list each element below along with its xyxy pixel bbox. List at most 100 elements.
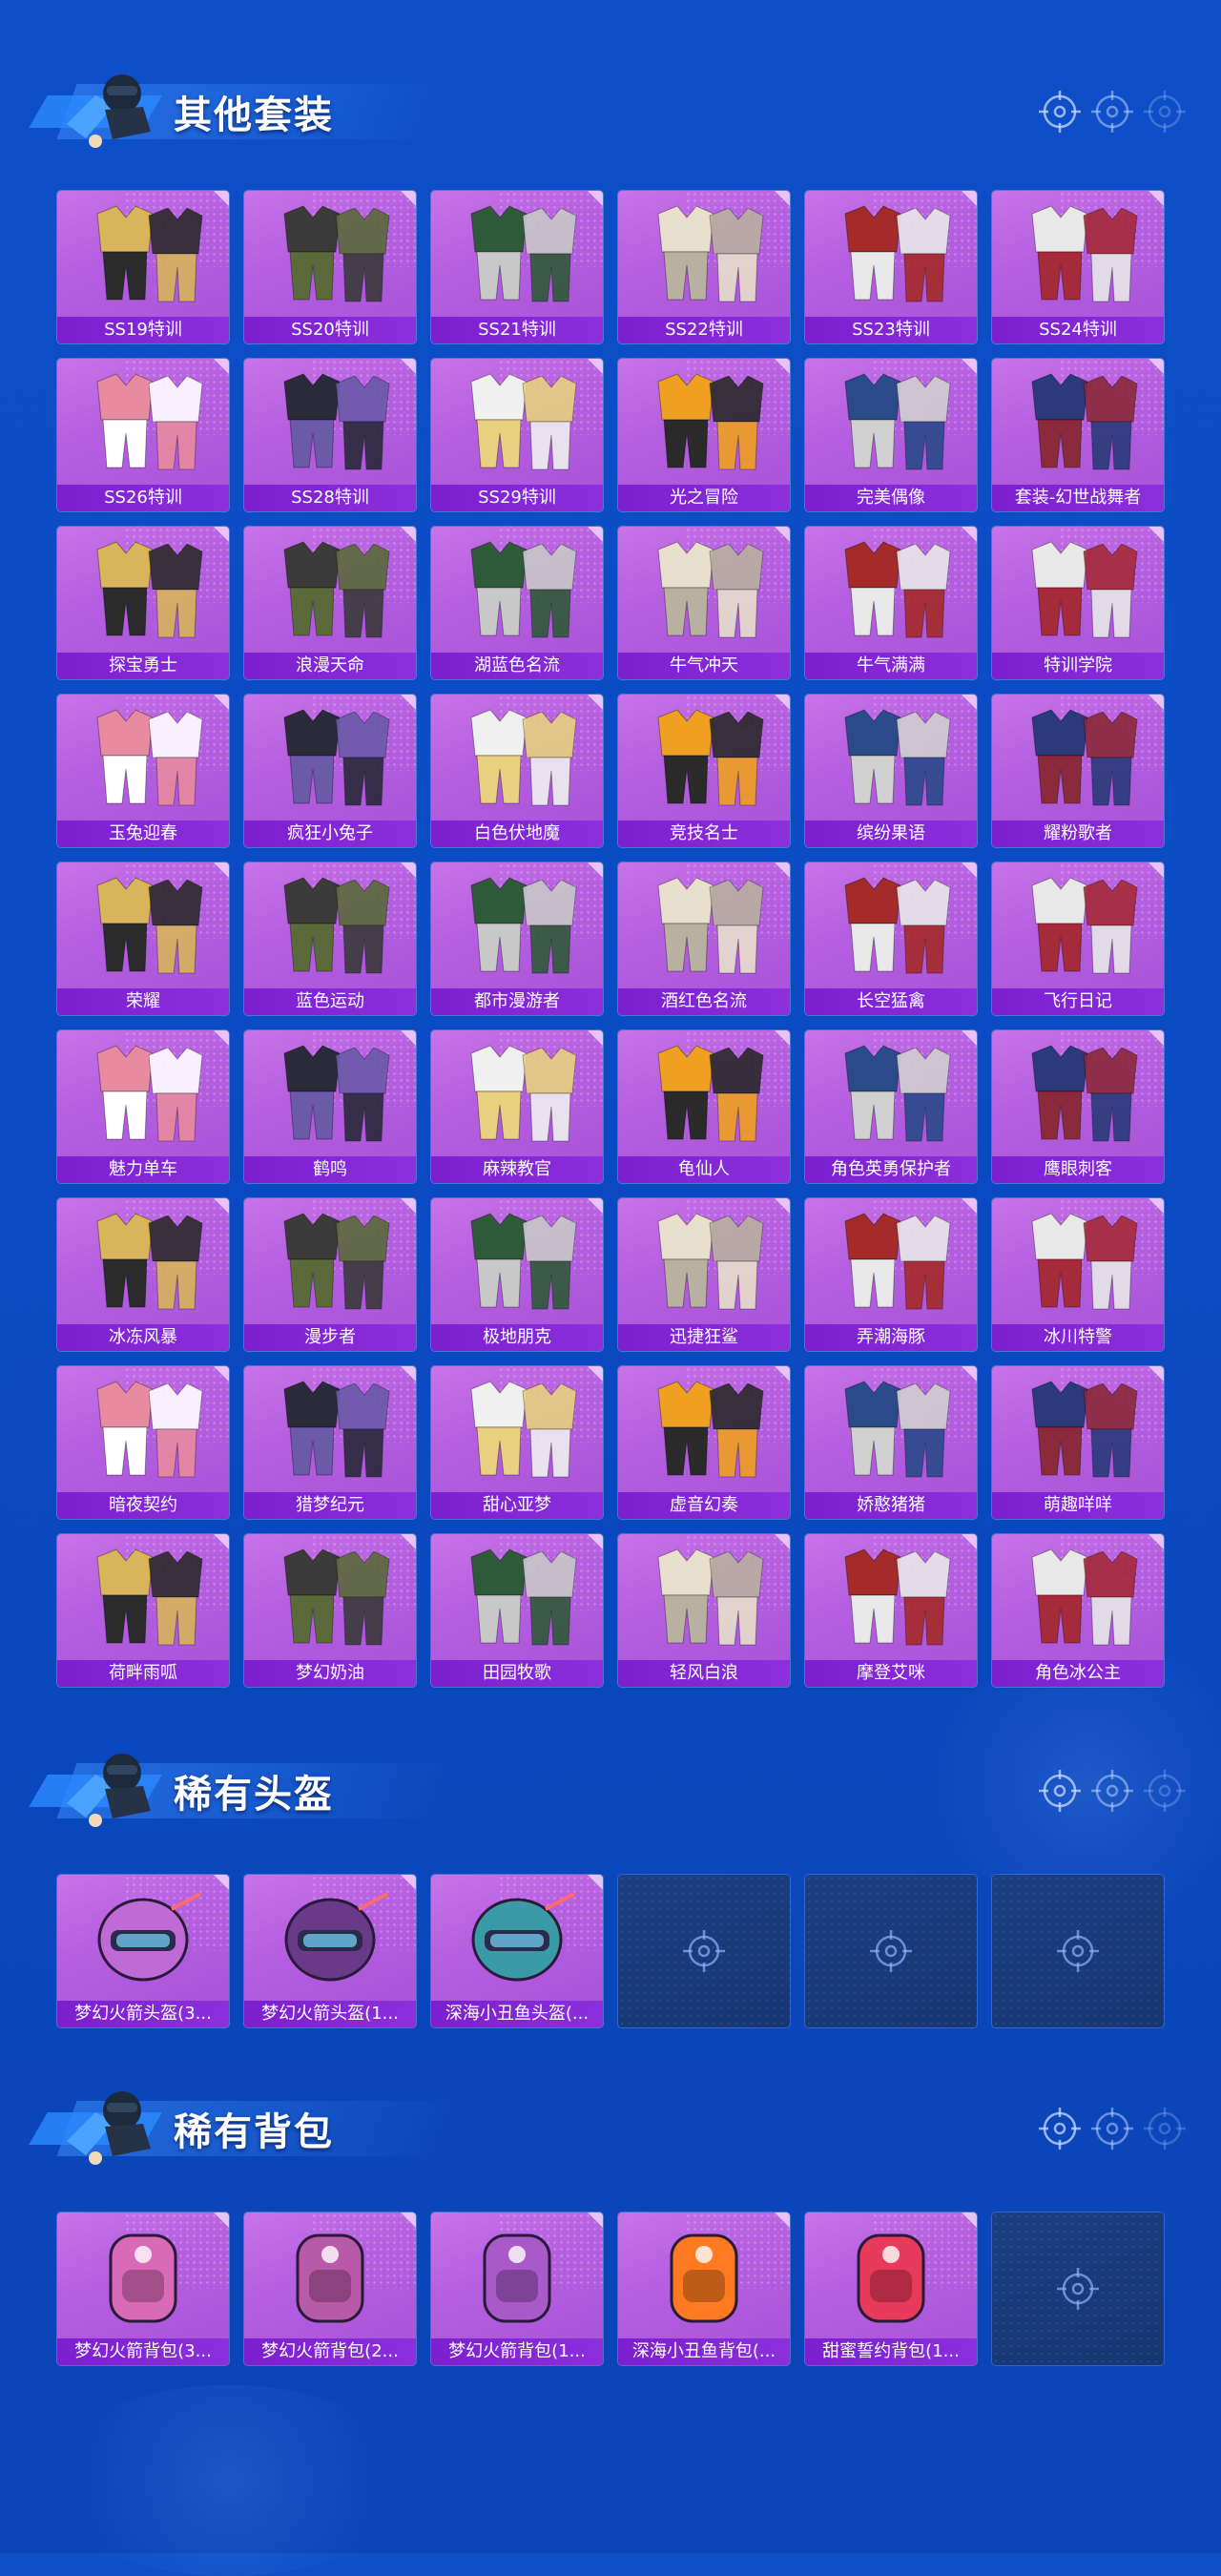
suit-card[interactable]: 疯狂小兔子 bbox=[244, 695, 416, 847]
backpack-icon bbox=[109, 2233, 177, 2323]
backpack-card[interactable]: 梦幻火箭背包(3... bbox=[57, 2212, 229, 2365]
suit-card[interactable]: 都市漫游者 bbox=[431, 862, 603, 1015]
suit-card[interactable]: SS29特训 bbox=[431, 359, 603, 511]
outfit-icon bbox=[283, 1045, 390, 1142]
suit-card[interactable]: 鹰眼刺客 bbox=[992, 1030, 1164, 1183]
suit-card[interactable]: 猎梦纪元 bbox=[244, 1366, 416, 1519]
helmet-card[interactable]: 梦幻火箭头盔(3... bbox=[57, 1875, 229, 2027]
suit-card[interactable]: 探宝勇士 bbox=[57, 527, 229, 679]
item-label: 角色冰公主 bbox=[992, 1660, 1164, 1687]
suit-card[interactable]: 轻风白浪 bbox=[618, 1534, 790, 1687]
outfit-icon bbox=[96, 1213, 203, 1310]
helmet-icon bbox=[284, 1892, 388, 1982]
suit-card[interactable]: 牛气冲天 bbox=[618, 527, 790, 679]
suit-card[interactable]: SS26特训 bbox=[57, 359, 229, 511]
suit-card[interactable]: 荣耀 bbox=[57, 862, 229, 1015]
suit-card[interactable]: 长空猛禽 bbox=[805, 862, 977, 1015]
suit-card[interactable]: 牛气满满 bbox=[805, 527, 977, 679]
outfit-icon bbox=[470, 709, 577, 806]
suit-card[interactable]: SS23特训 bbox=[805, 191, 977, 343]
suit-card[interactable]: 麻辣教官 bbox=[431, 1030, 603, 1183]
suit-card[interactable]: 特训学院 bbox=[992, 527, 1164, 679]
crosshair-icon bbox=[1057, 1930, 1099, 1972]
suit-card[interactable]: 摩登艾咪 bbox=[805, 1534, 977, 1687]
item-label: 冰冻风暴 bbox=[57, 1324, 229, 1351]
suit-card[interactable]: 套装-幻世战舞者 bbox=[992, 359, 1164, 511]
outfit-icon bbox=[96, 373, 203, 470]
soldier-mascot-icon bbox=[67, 2091, 151, 2165]
suit-card[interactable]: 弄潮海豚 bbox=[805, 1198, 977, 1351]
item-label: 都市漫游者 bbox=[431, 988, 603, 1015]
section-header: 稀有背包 bbox=[29, 2074, 459, 2170]
item-label: 梦幻火箭背包(1... bbox=[431, 2338, 603, 2365]
suits-section: 其他套装 SS19特训 SS20特训 SS21特训 SS22特训 SS23特训 … bbox=[0, 48, 1221, 1698]
suit-card[interactable]: 娇憨猪猪 bbox=[805, 1366, 977, 1519]
suit-card[interactable]: SS24特训 bbox=[992, 191, 1164, 343]
suit-card[interactable]: 极地朋克 bbox=[431, 1198, 603, 1351]
item-label: 飞行日记 bbox=[992, 988, 1164, 1015]
suit-card[interactable]: 荷畔雨呱 bbox=[57, 1534, 229, 1687]
suit-card[interactable]: SS22特训 bbox=[618, 191, 790, 343]
soldier-mascot-icon bbox=[67, 74, 151, 148]
crosshair-icon bbox=[1039, 2108, 1186, 2150]
suit-card[interactable]: 虚音幻奏 bbox=[618, 1366, 790, 1519]
suit-card[interactable]: 冰川特警 bbox=[992, 1198, 1164, 1351]
outfit-icon bbox=[283, 205, 390, 302]
suit-card[interactable]: 白色伏地魔 bbox=[431, 695, 603, 847]
item-label: 猎梦纪元 bbox=[244, 1492, 416, 1519]
suit-card[interactable]: 甜心亚梦 bbox=[431, 1366, 603, 1519]
helmet-card[interactable]: 深海小丑鱼头盔(... bbox=[431, 1875, 603, 2027]
item-label: 麻辣教官 bbox=[431, 1156, 603, 1183]
item-label: 深海小丑鱼背包(... bbox=[618, 2338, 790, 2365]
suit-card[interactable]: 玉兔迎春 bbox=[57, 695, 229, 847]
suit-card[interactable]: 梦幻奶油 bbox=[244, 1534, 416, 1687]
crosshair-icon bbox=[1039, 91, 1186, 133]
suit-card[interactable]: 耀粉歌者 bbox=[992, 695, 1164, 847]
outfit-icon bbox=[657, 877, 764, 974]
empty-slot bbox=[805, 1875, 977, 2027]
backpack-card[interactable]: 梦幻火箭背包(2... bbox=[244, 2212, 416, 2365]
suit-card[interactable]: 浪漫天命 bbox=[244, 527, 416, 679]
outfit-icon bbox=[844, 1548, 951, 1646]
suit-card[interactable]: 竞技名士 bbox=[618, 695, 790, 847]
suit-card[interactable]: 角色冰公主 bbox=[992, 1534, 1164, 1687]
suit-card[interactable]: 龟仙人 bbox=[618, 1030, 790, 1183]
suit-card[interactable]: 光之冒险 bbox=[618, 359, 790, 511]
item-label: 玉兔迎春 bbox=[57, 821, 229, 847]
suit-card[interactable]: 萌趣咩咩 bbox=[992, 1366, 1164, 1519]
outfit-icon bbox=[1031, 1213, 1138, 1310]
empty-slot bbox=[618, 1875, 790, 2027]
backpack-card[interactable]: 深海小丑鱼背包(... bbox=[618, 2212, 790, 2365]
suit-card[interactable]: 漫步者 bbox=[244, 1198, 416, 1351]
suit-card[interactable]: 冰冻风暴 bbox=[57, 1198, 229, 1351]
outfit-icon bbox=[844, 709, 951, 806]
suit-card[interactable]: 田园牧歌 bbox=[431, 1534, 603, 1687]
suit-card[interactable]: 迅捷狂鲨 bbox=[618, 1198, 790, 1351]
item-label: 摩登艾咪 bbox=[805, 1660, 977, 1687]
suit-card[interactable]: 鹤鸣 bbox=[244, 1030, 416, 1183]
suit-card[interactable]: SS19特训 bbox=[57, 191, 229, 343]
helmet-card[interactable]: 梦幻火箭头盔(1... bbox=[244, 1875, 416, 2027]
suit-card[interactable]: SS21特训 bbox=[431, 191, 603, 343]
suit-card[interactable]: 暗夜契约 bbox=[57, 1366, 229, 1519]
suit-card[interactable]: 酒红色名流 bbox=[618, 862, 790, 1015]
outfit-icon bbox=[1031, 541, 1138, 638]
suit-card[interactable]: 飞行日记 bbox=[992, 862, 1164, 1015]
item-label: 长空猛禽 bbox=[805, 988, 977, 1015]
outfit-icon bbox=[844, 1213, 951, 1310]
suit-card[interactable]: 湖蓝色名流 bbox=[431, 527, 603, 679]
backpack-card[interactable]: 梦幻火箭背包(1... bbox=[431, 2212, 603, 2365]
item-label: SS22特训 bbox=[618, 317, 790, 343]
suit-card[interactable]: 缤纷果语 bbox=[805, 695, 977, 847]
suit-card[interactable]: SS28特训 bbox=[244, 359, 416, 511]
suit-card[interactable]: 魅力单车 bbox=[57, 1030, 229, 1183]
outfit-icon bbox=[283, 709, 390, 806]
suit-card[interactable]: 蓝色运动 bbox=[244, 862, 416, 1015]
suit-card[interactable]: 角色英勇保护者 bbox=[805, 1030, 977, 1183]
outfit-icon bbox=[844, 877, 951, 974]
outfit-icon bbox=[283, 373, 390, 470]
suit-card[interactable]: 完美偶像 bbox=[805, 359, 977, 511]
item-label: 套装-幻世战舞者 bbox=[992, 485, 1164, 511]
suit-card[interactable]: SS20特训 bbox=[244, 191, 416, 343]
backpack-card[interactable]: 甜蜜誓约背包(1... bbox=[805, 2212, 977, 2365]
